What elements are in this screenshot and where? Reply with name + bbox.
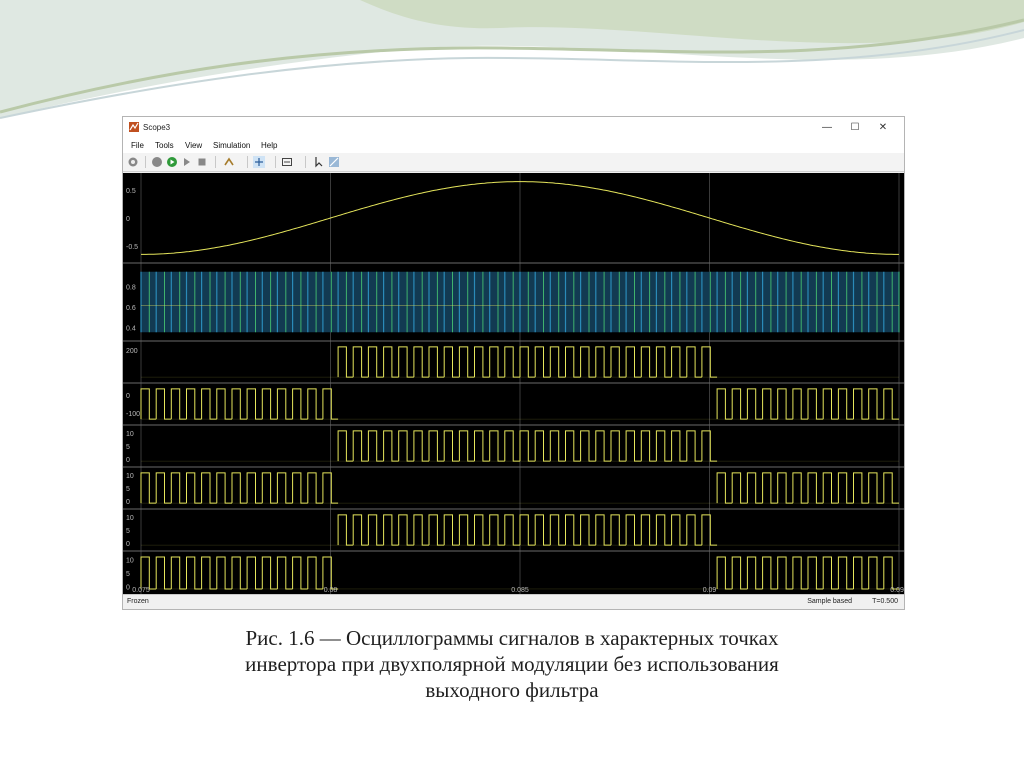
- menu-simulation[interactable]: Simulation: [213, 141, 250, 150]
- figure-caption: Рис. 1.6 — Осциллограммы сигналов в хара…: [130, 625, 894, 703]
- toolbar: [123, 153, 904, 172]
- menu-tools[interactable]: Tools: [155, 141, 174, 150]
- y-tick-label: 200: [126, 348, 138, 355]
- caption-line-1: Рис. 1.6 — Осциллограммы сигналов в хара…: [245, 626, 779, 650]
- output-1-trace: [337, 346, 718, 378]
- output-3-trace: [337, 430, 718, 462]
- window-title: Scope3: [143, 123, 171, 132]
- y-tick-label: -0.5: [126, 244, 138, 251]
- y-tick-label: 10: [126, 515, 134, 522]
- highlight-icon[interactable]: [223, 156, 235, 168]
- y-tick-label: 0.8: [126, 285, 136, 292]
- output-5-trace: [337, 514, 718, 546]
- x-tick-label: 0.075: [132, 587, 150, 594]
- slide-decoration: [0, 0, 1024, 119]
- y-tick-label: 0: [126, 457, 130, 464]
- minimize-button[interactable]: —: [814, 119, 840, 137]
- status-mode: Sample based: [807, 598, 852, 605]
- caption-line-3: выходного фильтра: [425, 678, 599, 702]
- y-tick-label: 0: [126, 585, 130, 592]
- cursor-icon[interactable]: [313, 156, 325, 168]
- title-bar: Scope3 — ☐ ✕: [123, 117, 904, 139]
- x-tick-label: 0.095: [890, 587, 904, 594]
- menu-bar: File Tools View Simulation Help: [123, 139, 904, 153]
- settings-icon[interactable]: [127, 156, 139, 168]
- fit-icon[interactable]: [281, 156, 293, 168]
- y-tick-label: -100: [126, 411, 140, 418]
- x-tick-label: 0.09: [703, 587, 717, 594]
- y-tick-label: 10: [126, 473, 134, 480]
- y-tick-label: 0: [126, 541, 130, 548]
- zoom-icon[interactable]: [253, 156, 265, 168]
- scope-plot[interactable]: 0.5 0 -0.5 0.8 0.6 0.4 200 0 -100 10 5 0 10 5 0 10 5 0 10 5…: [123, 173, 904, 595]
- y-tick-label: 0.4: [126, 326, 136, 333]
- y-tick-label: 0: [126, 216, 130, 223]
- y-tick-label: 5: [126, 444, 130, 451]
- status-text: Frozen: [127, 598, 149, 605]
- scope-app-icon: [129, 122, 139, 132]
- stop-icon[interactable]: [196, 156, 208, 168]
- y-tick-label: 10: [126, 431, 134, 438]
- y-tick-label: 5: [126, 528, 130, 535]
- y-tick-label: 0.5: [126, 188, 136, 195]
- caption-line-2: инвертора при двухполярной модуляции без…: [245, 652, 779, 676]
- menu-file[interactable]: File: [131, 141, 144, 150]
- x-tick-label: 0.085: [511, 587, 529, 594]
- play-icon[interactable]: [151, 156, 163, 168]
- close-button[interactable]: ✕: [870, 119, 896, 137]
- y-tick-label: 10: [126, 557, 134, 564]
- y-tick-label: 0: [126, 393, 130, 400]
- y-tick-label: 5: [126, 486, 130, 493]
- scope-window: Scope3 — ☐ ✕ File Tools View Simulation …: [122, 116, 905, 610]
- run-icon[interactable]: [166, 156, 178, 168]
- x-tick-label: 0.08: [324, 587, 338, 594]
- y-tick-label: 5: [126, 571, 130, 578]
- maximize-button[interactable]: ☐: [842, 119, 868, 137]
- menu-help[interactable]: Help: [261, 141, 277, 150]
- step-forward-icon[interactable]: [181, 156, 193, 168]
- menu-view[interactable]: View: [185, 141, 202, 150]
- status-time: T=0.500: [872, 598, 898, 605]
- y-tick-label: 0.6: [126, 305, 136, 312]
- status-bar: Frozen Sample based T=0.500: [123, 594, 904, 609]
- style-icon[interactable]: [328, 156, 340, 168]
- y-tick-label: 0: [126, 499, 130, 506]
